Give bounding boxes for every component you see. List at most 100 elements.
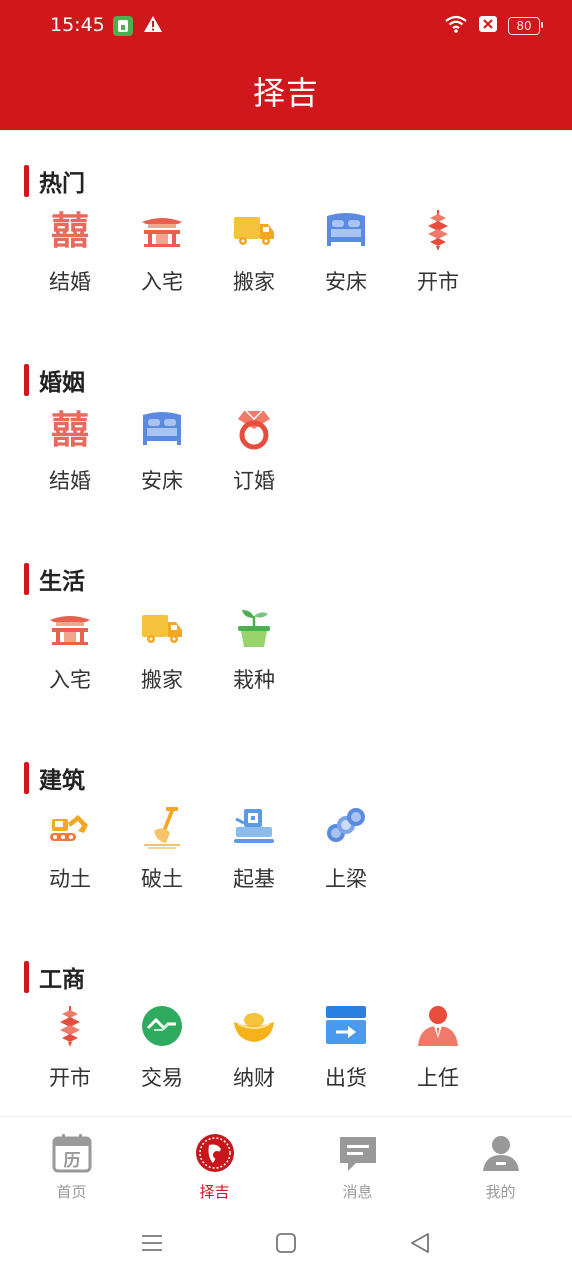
item-label: 出货 — [325, 1066, 367, 1090]
firecracker-icon — [48, 1004, 92, 1048]
battery-indicator: 80 — [508, 17, 543, 35]
ring-icon — [232, 407, 276, 451]
item-label: 起基 — [233, 867, 275, 891]
item-raise-beam[interactable]: 上梁 — [300, 805, 392, 893]
battery-level: 80 — [516, 19, 532, 33]
item-move-in[interactable]: 入宅 — [116, 208, 208, 296]
item-open-business[interactable]: 开市 — [24, 1004, 116, 1092]
item-break-ground[interactable]: 破土 — [116, 805, 208, 893]
item-label: 栽种 — [233, 668, 275, 692]
item-label: 结婚 — [49, 469, 91, 493]
page-title: 择吉 — [252, 74, 319, 112]
tab-home[interactable]: 历 首页 — [0, 1117, 143, 1211]
tab-label: 择吉 — [199, 1183, 230, 1201]
foundation-machine-icon — [232, 805, 276, 849]
exchange-icon — [140, 1004, 184, 1048]
svg-text:囍: 囍 — [51, 208, 89, 252]
section-accent-bar — [24, 762, 29, 794]
shipment-box-icon — [324, 1004, 368, 1048]
menu-icon[interactable] — [140, 1231, 164, 1259]
item-wedding[interactable]: 囍 结婚 — [24, 208, 116, 296]
status-bar: 15:45 80 — [0, 0, 572, 52]
double-happiness-icon: 囍 — [48, 407, 92, 451]
item-label: 开市 — [49, 1066, 91, 1090]
plant-pot-icon — [232, 606, 276, 650]
item-engagement[interactable]: 订婚 — [208, 407, 300, 495]
svg-text:囍: 囍 — [51, 407, 89, 451]
tab-zeji[interactable]: 择吉 — [143, 1117, 286, 1211]
item-label: 搬家 — [141, 668, 183, 692]
message-icon — [338, 1133, 378, 1177]
shovel-icon — [140, 805, 184, 849]
home-square-icon[interactable] — [274, 1231, 298, 1259]
item-label: 纳财 — [233, 1066, 275, 1090]
item-groundbreaking[interactable]: 动土 — [24, 805, 116, 893]
item-label: 入宅 — [49, 668, 91, 692]
section-title: 婚姻 — [39, 370, 85, 396]
item-label: 订婚 — [233, 469, 275, 493]
item-moving[interactable]: 搬家 — [208, 208, 300, 296]
bed-icon — [324, 208, 368, 252]
official-person-icon — [416, 1004, 460, 1048]
section-title: 热门 — [39, 171, 85, 197]
item-take-office[interactable]: 上任 — [392, 1004, 484, 1092]
beams-icon — [324, 805, 368, 849]
wifi-icon — [444, 14, 468, 38]
category-list: 热门 囍 结婚 入宅 搬家 安床 开市 婚姻 囍 结婚 安床 订婚 生活 入宅 … — [0, 130, 572, 1117]
house-icon — [140, 208, 184, 252]
item-planting[interactable]: 栽种 — [208, 606, 300, 694]
item-label: 搬家 — [233, 270, 275, 294]
item-shipment[interactable]: 出货 — [300, 1004, 392, 1092]
item-label: 动土 — [49, 867, 91, 891]
item-label: 上任 — [417, 1066, 459, 1090]
item-open-business[interactable]: 开市 — [392, 208, 484, 296]
item-trade[interactable]: 交易 — [116, 1004, 208, 1092]
item-collect-wealth[interactable]: 纳财 — [208, 1004, 300, 1092]
no-sim-icon — [478, 15, 498, 37]
item-label: 安床 — [325, 270, 367, 294]
item-label: 结婚 — [49, 270, 91, 294]
double-happiness-icon: 囍 — [48, 208, 92, 252]
calendar-icon-char: 历 — [63, 1151, 80, 1171]
truck-icon — [232, 208, 276, 252]
item-label: 入宅 — [141, 270, 183, 294]
item-label: 破土 — [141, 867, 183, 891]
gold-ingot-icon — [232, 1004, 276, 1048]
item-install-bed[interactable]: 安床 — [300, 208, 392, 296]
warning-icon — [143, 15, 163, 37]
back-triangle-icon[interactable] — [408, 1231, 432, 1259]
sim-card-icon — [113, 16, 133, 36]
bottom-tab-bar: 历 首页 择吉 消息 我的 — [0, 1116, 572, 1211]
section-accent-bar — [24, 563, 29, 595]
system-nav-bar — [0, 1210, 572, 1280]
item-lay-foundation[interactable]: 起基 — [208, 805, 300, 893]
item-label: 开市 — [417, 270, 459, 294]
section-title: 生活 — [39, 569, 85, 595]
profile-icon — [481, 1133, 521, 1177]
item-label: 上梁 — [325, 867, 367, 891]
bed-icon — [140, 407, 184, 451]
tab-label: 首页 — [56, 1183, 87, 1201]
section-title: 工商 — [39, 967, 85, 993]
excavator-icon — [48, 805, 92, 849]
section-title: 建筑 — [39, 768, 85, 794]
section-accent-bar — [24, 165, 29, 197]
firecracker-icon — [416, 208, 460, 252]
item-label: 交易 — [141, 1066, 183, 1090]
item-moving[interactable]: 搬家 — [116, 606, 208, 694]
truck-icon — [140, 606, 184, 650]
item-wedding[interactable]: 囍 结婚 — [24, 407, 116, 495]
tab-profile[interactable]: 我的 — [429, 1117, 572, 1211]
tab-label: 我的 — [485, 1183, 516, 1201]
item-install-bed[interactable]: 安床 — [116, 407, 208, 495]
status-time: 15:45 — [50, 14, 105, 36]
tab-label: 消息 — [342, 1183, 373, 1201]
item-label: 安床 — [141, 469, 183, 493]
section-accent-bar — [24, 364, 29, 396]
zeji-emblem-icon — [195, 1133, 235, 1177]
calendar-icon: 历 — [52, 1133, 92, 1177]
app-header: 择吉 — [0, 52, 572, 130]
section-accent-bar — [24, 961, 29, 993]
tab-messages[interactable]: 消息 — [286, 1117, 429, 1211]
item-move-in[interactable]: 入宅 — [24, 606, 116, 694]
